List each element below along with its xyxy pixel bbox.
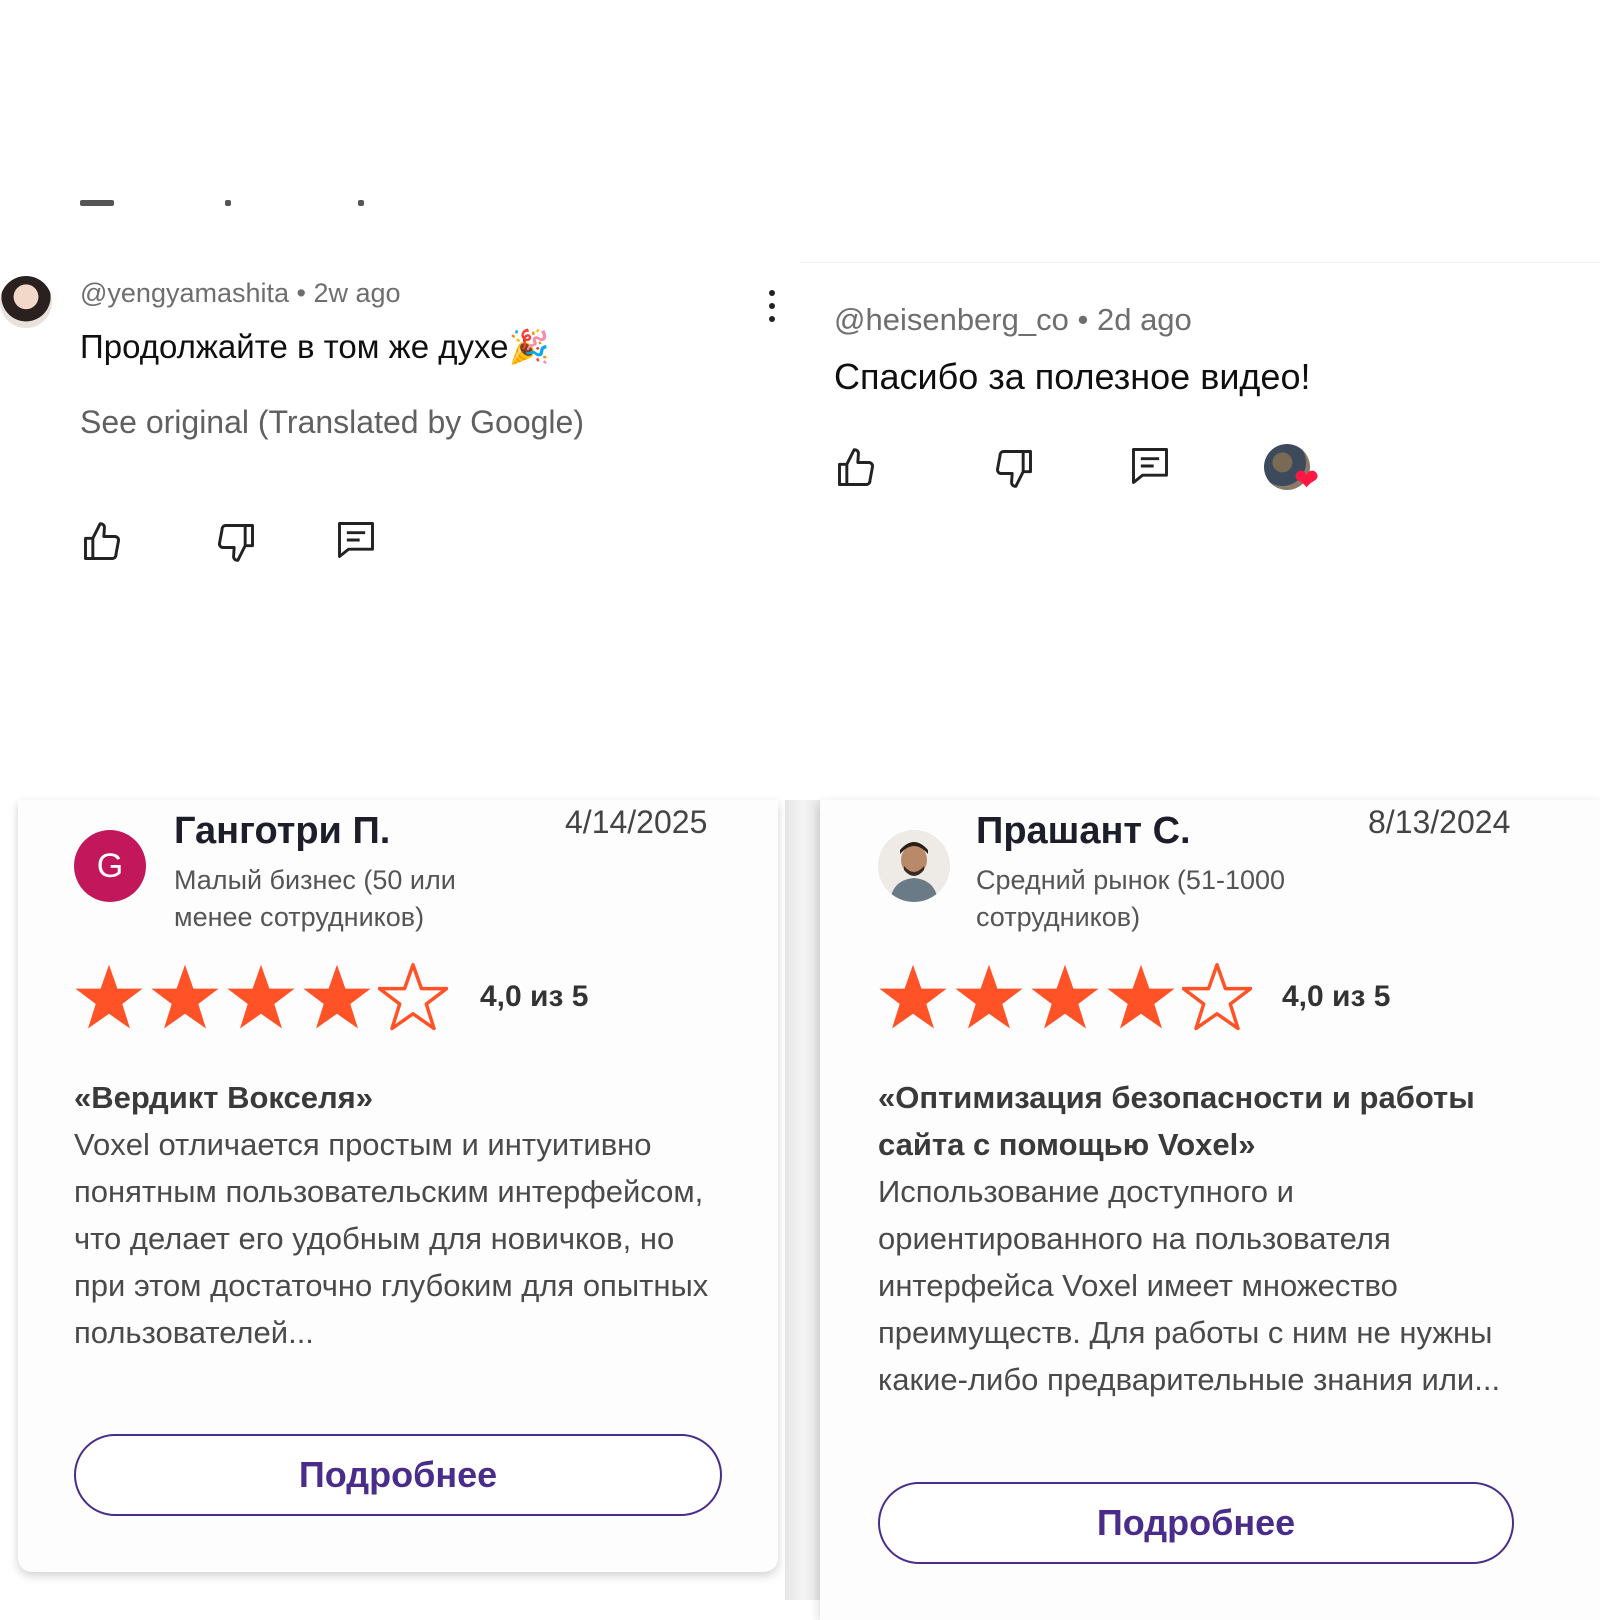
thumb-up-icon[interactable] bbox=[834, 446, 878, 490]
divider bbox=[800, 262, 1600, 263]
star-filled-icon bbox=[1031, 964, 1099, 1029]
review-body: Voxel отличается простым и интуитивно по… bbox=[74, 1127, 709, 1350]
review-date: 4/14/2025 bbox=[565, 804, 708, 840]
meta-separator: • bbox=[296, 278, 306, 308]
more-vert-icon[interactable] bbox=[768, 290, 776, 324]
comment-age: 2w ago bbox=[313, 278, 401, 308]
comment-handle[interactable]: @yengyamashita bbox=[80, 278, 289, 308]
review-title: «Вердикт Вокселя» bbox=[74, 1080, 374, 1115]
commenter-avatar[interactable] bbox=[0, 276, 52, 328]
comment-text: Продолжайте в том же духе🎉 bbox=[80, 328, 550, 365]
see-original-link[interactable]: See original (Translated by Google) bbox=[80, 404, 584, 441]
star-filled-icon bbox=[1107, 964, 1175, 1029]
comment-meta: @yengyamashita • 2w ago bbox=[80, 278, 401, 309]
cropped-text-fragment bbox=[225, 200, 231, 206]
reviewer-name: Прашант С. bbox=[976, 810, 1191, 852]
rating-score: 4,0 из 5 bbox=[480, 980, 589, 1013]
star-filled-icon bbox=[303, 964, 371, 1029]
party-popper-icon: 🎉 bbox=[508, 328, 550, 365]
reviewer-avatar bbox=[878, 830, 950, 902]
thumb-down-icon[interactable] bbox=[992, 446, 1036, 490]
reviewer-segment: Малый бизнес (50 или менее сотрудников) bbox=[174, 865, 456, 932]
star-filled-icon bbox=[151, 964, 219, 1029]
star-rating bbox=[74, 962, 448, 1032]
star-filled-icon bbox=[955, 964, 1023, 1029]
star-empty-icon bbox=[1182, 963, 1252, 1031]
thumb-up-icon[interactable] bbox=[80, 520, 124, 564]
star-filled-icon bbox=[75, 964, 143, 1029]
read-more-button[interactable]: Подробнее bbox=[74, 1434, 722, 1516]
star-empty-icon bbox=[378, 963, 448, 1031]
review-card-1: G Ганготри П. 4/14/2025 Малый бизнес (50… bbox=[18, 800, 778, 1572]
reviewer-segment: Средний рынок (51-1000 сотрудников) bbox=[976, 865, 1286, 932]
star-filled-icon bbox=[227, 964, 295, 1029]
rating-score: 4,0 из 5 bbox=[1282, 980, 1391, 1013]
thumb-down-icon[interactable] bbox=[214, 520, 258, 564]
star-rating bbox=[878, 962, 1252, 1032]
review-date: 8/13/2024 bbox=[1368, 804, 1511, 840]
reply-icon[interactable] bbox=[334, 518, 378, 562]
cropped-text-fragment bbox=[80, 200, 114, 206]
review-card-2: Прашант С. 8/13/2024 Средний рынок (51-1… bbox=[820, 800, 1600, 1620]
comment-meta: @heisenberg_co • 2d ago bbox=[834, 302, 1192, 338]
review-title: «Оптимизация безопасности и работы сайта… bbox=[878, 1080, 1475, 1162]
reviewer-name: Ганготри П. bbox=[174, 810, 391, 852]
card-gutter bbox=[785, 800, 821, 1600]
meta-separator: • bbox=[1077, 302, 1089, 337]
cropped-text-fragment bbox=[358, 200, 364, 206]
star-filled-icon bbox=[879, 964, 947, 1029]
reply-icon[interactable] bbox=[1128, 444, 1172, 488]
comment-age: 2d ago bbox=[1096, 302, 1192, 337]
review-body: Использование доступного и ориентированн… bbox=[878, 1174, 1501, 1397]
comment-text: Спасибо за полезное видео! bbox=[834, 356, 1311, 397]
comment-handle[interactable]: @heisenberg_co bbox=[834, 302, 1069, 337]
heart-icon: ❤ bbox=[1294, 464, 1320, 497]
read-more-button[interactable]: Подробнее bbox=[878, 1482, 1514, 1564]
reviewer-avatar: G bbox=[74, 830, 146, 902]
